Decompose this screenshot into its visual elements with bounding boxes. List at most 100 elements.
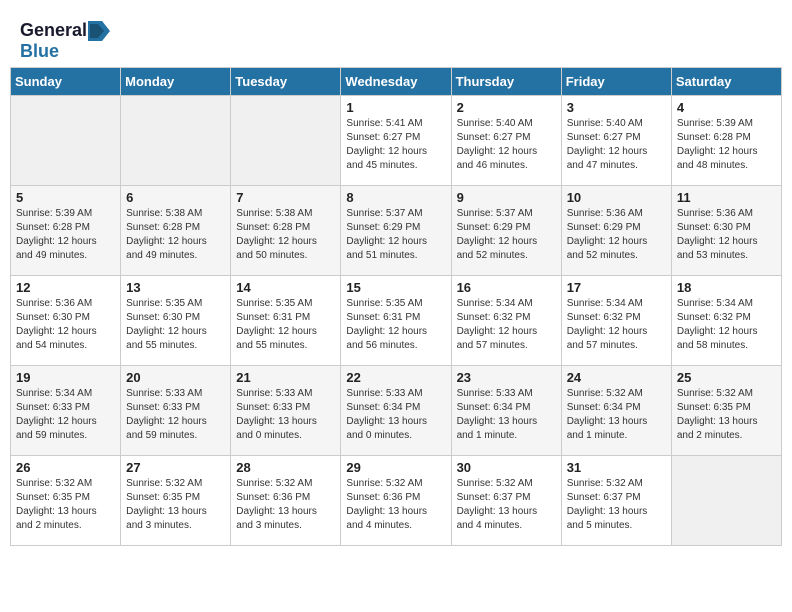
calendar-cell: 6 Sunrise: 5:38 AM Sunset: 6:28 PM Daylig… [121,186,231,276]
calendar-cell: 10 Sunrise: 5:36 AM Sunset: 6:29 PM Dayli… [561,186,671,276]
weekday-header: Sunday [11,68,121,96]
day-number: 5 [16,190,115,205]
day-info: Sunrise: 5:41 AM Sunset: 6:27 PM Dayligh… [346,117,445,173]
calendar-cell: 16 Sunrise: 5:34 AM Sunset: 6:32 PM Dayli… [451,276,561,366]
calendar-cell: 5 Sunrise: 5:39 AM Sunset: 6:28 PM Daylig… [11,186,121,276]
day-number: 14 [236,280,335,295]
calendar-header: SundayMondayTuesdayWednesdayThursdayFrid… [11,68,782,96]
calendar-table: SundayMondayTuesdayWednesdayThursdayFrid… [10,67,782,546]
day-number: 7 [236,190,335,205]
day-info: Sunrise: 5:35 AM Sunset: 6:30 PM Dayligh… [126,297,225,353]
day-number: 17 [567,280,666,295]
day-number: 4 [677,100,776,115]
weekday-header: Tuesday [231,68,341,96]
day-info: Sunrise: 5:34 AM Sunset: 6:32 PM Dayligh… [567,297,666,353]
calendar-week-row: 5 Sunrise: 5:39 AM Sunset: 6:28 PM Daylig… [11,186,782,276]
calendar-week-row: 26Sunrise: 5:32 AM Sunset: 6:35 PM Dayli… [11,456,782,546]
calendar-cell: 17 Sunrise: 5:34 AM Sunset: 6:32 PM Dayli… [561,276,671,366]
day-number: 29 [346,460,445,475]
day-number: 16 [457,280,556,295]
weekday-row: SundayMondayTuesdayWednesdayThursdayFrid… [11,68,782,96]
day-info: Sunrise: 5:33 AM Sunset: 6:33 PM Dayligh… [236,387,335,443]
day-info: Sunrise: 5:37 AM Sunset: 6:29 PM Dayligh… [346,207,445,263]
logo-blue-text: Blue [20,41,59,61]
day-info: Sunrise: 5:40 AM Sunset: 6:27 PM Dayligh… [457,117,556,173]
calendar-cell: 13Sunrise: 5:35 AM Sunset: 6:30 PM Dayli… [121,276,231,366]
calendar-cell: 2 Sunrise: 5:40 AM Sunset: 6:27 PM Daylig… [451,96,561,186]
day-number: 9 [457,190,556,205]
weekday-header: Wednesday [341,68,451,96]
logo-general-text: General [20,20,87,41]
calendar-cell: 8Sunrise: 5:37 AM Sunset: 6:29 PM Daylig… [341,186,451,276]
day-info: Sunrise: 5:38 AM Sunset: 6:28 PM Dayligh… [236,207,335,263]
day-number: 30 [457,460,556,475]
day-info: Sunrise: 5:33 AM Sunset: 6:34 PM Dayligh… [457,387,556,443]
calendar-cell: 25Sunrise: 5:32 AM Sunset: 6:35 PM Dayli… [671,366,781,456]
day-info: Sunrise: 5:37 AM Sunset: 6:29 PM Dayligh… [457,207,556,263]
day-number: 6 [126,190,225,205]
weekday-header: Saturday [671,68,781,96]
calendar-cell: 9 Sunrise: 5:37 AM Sunset: 6:29 PM Daylig… [451,186,561,276]
day-info: Sunrise: 5:34 AM Sunset: 6:32 PM Dayligh… [457,297,556,353]
weekday-header: Monday [121,68,231,96]
weekday-header: Thursday [451,68,561,96]
day-number: 19 [16,370,115,385]
day-info: Sunrise: 5:40 AM Sunset: 6:27 PM Dayligh… [567,117,666,173]
day-info: Sunrise: 5:34 AM Sunset: 6:32 PM Dayligh… [677,297,776,353]
day-info: Sunrise: 5:32 AM Sunset: 6:36 PM Dayligh… [236,477,335,533]
day-info: Sunrise: 5:36 AM Sunset: 6:30 PM Dayligh… [16,297,115,353]
day-info: Sunrise: 5:39 AM Sunset: 6:28 PM Dayligh… [16,207,115,263]
calendar-week-row: 19 Sunrise: 5:34 AM Sunset: 6:33 PM Dayli… [11,366,782,456]
day-info: Sunrise: 5:38 AM Sunset: 6:28 PM Dayligh… [126,207,225,263]
day-number: 20 [126,370,225,385]
day-number: 10 [567,190,666,205]
day-number: 24 [567,370,666,385]
calendar-cell: 26Sunrise: 5:32 AM Sunset: 6:35 PM Dayli… [11,456,121,546]
day-info: Sunrise: 5:34 AM Sunset: 6:33 PM Dayligh… [16,387,115,443]
day-number: 3 [567,100,666,115]
day-info: Sunrise: 5:32 AM Sunset: 6:35 PM Dayligh… [126,477,225,533]
calendar-cell: 22 Sunrise: 5:33 AM Sunset: 6:34 PM Dayli… [341,366,451,456]
calendar-cell: 31Sunrise: 5:32 AM Sunset: 6:37 PM Dayli… [561,456,671,546]
day-number: 15 [346,280,445,295]
day-info: Sunrise: 5:32 AM Sunset: 6:35 PM Dayligh… [677,387,776,443]
calendar-cell: 18 Sunrise: 5:34 AM Sunset: 6:32 PM Dayli… [671,276,781,366]
day-info: Sunrise: 5:36 AM Sunset: 6:29 PM Dayligh… [567,207,666,263]
calendar-cell: 29 Sunrise: 5:32 AM Sunset: 6:36 PM Dayli… [341,456,451,546]
calendar-cell: 20Sunrise: 5:33 AM Sunset: 6:33 PM Dayli… [121,366,231,456]
calendar-cell: 7 Sunrise: 5:38 AM Sunset: 6:28 PM Daylig… [231,186,341,276]
day-number: 31 [567,460,666,475]
calendar-cell: 12Sunrise: 5:36 AM Sunset: 6:30 PM Dayli… [11,276,121,366]
day-number: 22 [346,370,445,385]
calendar-cell [671,456,781,546]
header: General Blue [10,10,782,67]
day-number: 28 [236,460,335,475]
calendar-cell [231,96,341,186]
weekday-header: Friday [561,68,671,96]
day-info: Sunrise: 5:36 AM Sunset: 6:30 PM Dayligh… [677,207,776,263]
day-number: 23 [457,370,556,385]
day-number: 18 [677,280,776,295]
calendar-cell: 15 Sunrise: 5:35 AM Sunset: 6:31 PM Dayli… [341,276,451,366]
day-number: 21 [236,370,335,385]
logo-icon [88,21,110,41]
calendar-cell: 30Sunrise: 5:32 AM Sunset: 6:37 PM Dayli… [451,456,561,546]
calendar-cell: 3 Sunrise: 5:40 AM Sunset: 6:27 PM Daylig… [561,96,671,186]
calendar-week-row: 1 Sunrise: 5:41 AM Sunset: 6:27 PM Daylig… [11,96,782,186]
calendar-cell: 23 Sunrise: 5:33 AM Sunset: 6:34 PM Dayli… [451,366,561,456]
calendar-cell: 11 Sunrise: 5:36 AM Sunset: 6:30 PM Dayli… [671,186,781,276]
calendar-cell: 21 Sunrise: 5:33 AM Sunset: 6:33 PM Dayli… [231,366,341,456]
day-info: Sunrise: 5:39 AM Sunset: 6:28 PM Dayligh… [677,117,776,173]
day-number: 27 [126,460,225,475]
calendar-cell: 14Sunrise: 5:35 AM Sunset: 6:31 PM Dayli… [231,276,341,366]
calendar-cell: 24 Sunrise: 5:32 AM Sunset: 6:34 PM Dayli… [561,366,671,456]
day-number: 1 [346,100,445,115]
day-info: Sunrise: 5:32 AM Sunset: 6:36 PM Dayligh… [346,477,445,533]
day-number: 11 [677,190,776,205]
day-number: 2 [457,100,556,115]
day-info: Sunrise: 5:33 AM Sunset: 6:34 PM Dayligh… [346,387,445,443]
day-info: Sunrise: 5:35 AM Sunset: 6:31 PM Dayligh… [346,297,445,353]
calendar-cell: 4 Sunrise: 5:39 AM Sunset: 6:28 PM Daylig… [671,96,781,186]
day-info: Sunrise: 5:32 AM Sunset: 6:34 PM Dayligh… [567,387,666,443]
calendar-cell: 27 Sunrise: 5:32 AM Sunset: 6:35 PM Dayli… [121,456,231,546]
